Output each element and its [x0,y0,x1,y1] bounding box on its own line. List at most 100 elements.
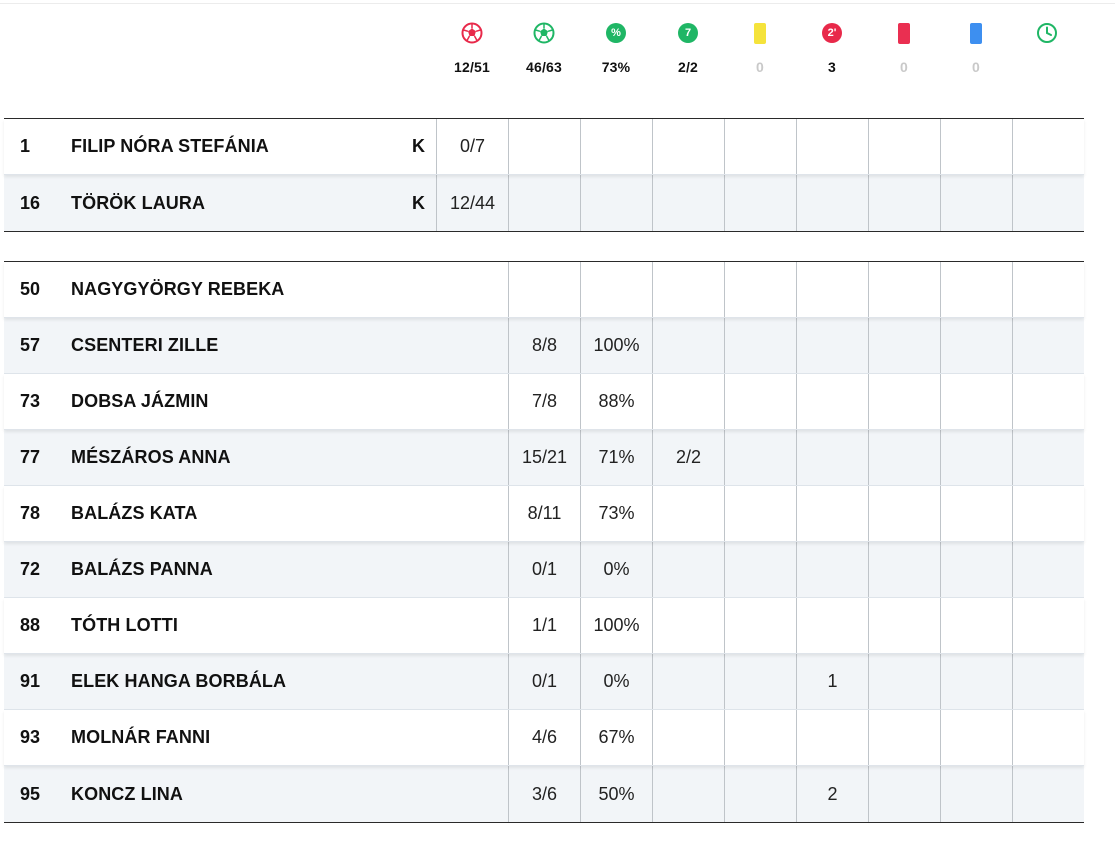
stat-value: 3 [828,59,836,75]
cell-goals: 3/6 [508,766,580,822]
cell-red [868,654,940,709]
player-name: KONCZ LINA [71,783,183,804]
table-row: 78 BALÁZS KATA 8/11 73% [4,486,1084,542]
stat-percent: % 73% [580,20,652,75]
stat-value: 2/2 [677,59,699,75]
cell-pct: 0% [580,542,652,597]
cell-yellow [724,119,796,174]
cell-yellow [724,374,796,429]
cell-seven: 2/2 [652,430,724,485]
cell-seven [652,318,724,373]
goalkeepers-table: 1 FILIP NÓRA STEFÁNIA K 0/7 16 TÖRÖK LAU… [4,118,1084,232]
table-row: 88 TÓTH LOTTI 1/1 100% [4,598,1084,654]
cell-saves: 0/7 [436,119,508,174]
cell-red [868,542,940,597]
stat-time [1011,20,1083,59]
player-name: TÖRÖK LAURA [71,192,206,213]
stat-value: 0 [756,59,764,75]
cell-yellow [724,654,796,709]
cell-time [1012,374,1084,429]
cell-blue [940,175,1012,231]
cell-blue [940,710,1012,765]
player-number: 73 [20,391,41,411]
cell-blue [940,318,1012,373]
cell-goals: 0/1 [508,542,580,597]
cell-yellow [724,598,796,653]
yellow-card-icon [754,22,766,44]
ball-missed-icon [461,22,483,44]
percent-icon: % [606,23,626,43]
player-number: 72 [20,559,41,579]
stat-value: 46/63 [525,59,563,75]
cell-time [1012,486,1084,541]
player-number: 78 [20,503,41,523]
cell-red [868,710,940,765]
cell-pct: 100% [580,598,652,653]
player-name: NAGYGYÖRGY REBEKA [71,279,285,299]
cell-pct: 0% [580,654,652,709]
cell-blue [940,119,1012,174]
penalty-seven-icon: 7 [678,23,698,43]
table-row: 95 KONCZ LINA 3/6 50% 2 [4,766,1084,822]
red-card-icon [898,22,910,44]
cell-goals: 4/6 [508,710,580,765]
cell-twomin [796,119,868,174]
player-name: BALÁZS KATA [71,503,198,523]
player-number: 16 [20,192,41,213]
player-name: DOBSA JÁZMIN [71,391,209,411]
cell-pct: 88% [580,374,652,429]
cell-blue [940,542,1012,597]
stat-red-cards: 0 [868,20,940,75]
cell-goals [508,119,580,174]
cell-red [868,318,940,373]
stat-value: 73% [601,59,631,75]
cell-blue [940,766,1012,822]
clock-icon [1037,23,1057,43]
cell-pct: 67% [580,710,652,765]
cell-time [1012,710,1084,765]
two-minute-icon: 2' [822,23,842,43]
table-row: 57 CSENTERI ZILLE 8/8 100% [4,318,1084,374]
cell-red [868,262,940,317]
table-row: 73 DOBSA JÁZMIN 7/8 88% [4,374,1084,430]
cell-goals: 1/1 [508,598,580,653]
stat-value: 12/51 [453,59,491,75]
cell-pct [580,262,652,317]
stat-seven-meter: 7 2/2 [652,20,724,75]
cell-goals: 8/11 [508,486,580,541]
cell-red [868,175,940,231]
player-name: MOLNÁR FANNI [71,727,211,747]
blue-card-icon [970,22,982,44]
cell-time [1012,598,1084,653]
cell-red [868,374,940,429]
cell-seven [652,486,724,541]
table-row: 93 MOLNÁR FANNI 4/6 67% [4,710,1084,766]
player-number: 1 [20,136,31,156]
player-number: 95 [20,783,41,804]
stat-value: 0 [900,59,908,75]
cell-yellow [724,710,796,765]
cell-twomin [796,542,868,597]
table-row: 50 NAGYGYÖRGY REBEKA [4,262,1084,318]
cell-goals: 0/1 [508,654,580,709]
table-row: 91 ELEK HANGA BORBÁLA 0/1 0% 1 [4,654,1084,710]
cell-time [1012,318,1084,373]
table-row: 77 MÉSZÁROS ANNA 15/21 71% 2/2 [4,430,1084,486]
cell-seven [652,710,724,765]
cell-time [1012,542,1084,597]
cell-blue [940,486,1012,541]
cell-pct: 50% [580,766,652,822]
players-table: 50 NAGYGYÖRGY REBEKA 57 CSENTERI ZILLE 8/8 10… [4,261,1084,823]
stat-two-minutes: 2' 3 [796,20,868,75]
player-number: 77 [20,447,41,467]
player-name: ELEK HANGA BORBÁLA [71,671,287,691]
cell-twomin [796,486,868,541]
cell-seven [652,654,724,709]
cell-blue [940,262,1012,317]
cell-seven [652,119,724,174]
player-name: TÓTH LOTTI [71,615,178,635]
cell-yellow [724,766,796,822]
player-position: K [412,136,425,156]
cell-time [1012,766,1084,822]
cell-yellow [724,542,796,597]
